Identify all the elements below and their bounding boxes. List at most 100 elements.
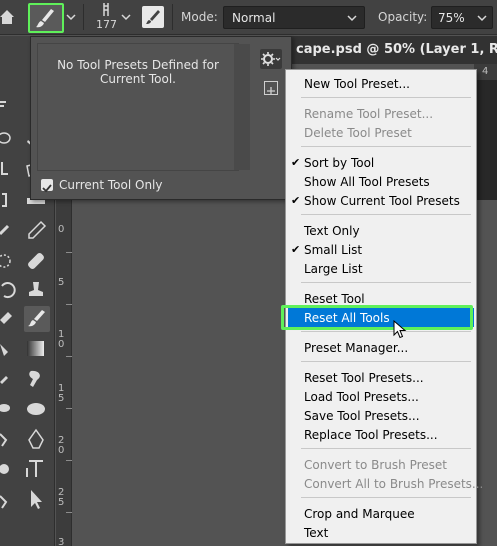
chevron-down-icon bbox=[477, 15, 487, 22]
menu-item-reset-tool-presets[interactable]: Reset Tool Presets... bbox=[288, 368, 474, 387]
menu-separator bbox=[301, 448, 471, 449]
menu-item-show-current-tool-presets[interactable]: ✔ Show Current Tool Presets bbox=[288, 191, 474, 210]
menu-item-rename-tool-preset: Rename Tool Preset... bbox=[304, 107, 434, 121]
menu-item-preset-manager[interactable]: Preset Manager... bbox=[288, 338, 474, 357]
blur-tool-icon[interactable] bbox=[0, 340, 22, 362]
eyedropper-tool-icon[interactable] bbox=[0, 190, 22, 212]
tool-preset-picker-button[interactable] bbox=[28, 3, 64, 33]
menu-separator bbox=[301, 146, 471, 147]
menu-item-replace-tool-presets[interactable]: Replace Tool Presets... bbox=[288, 425, 474, 444]
menu-item-convert-all-to-brush-presets: Convert All to Brush Presets... bbox=[304, 477, 484, 491]
bandage-tool-icon[interactable] bbox=[25, 250, 47, 272]
menu-item-text-only[interactable]: Text Only bbox=[288, 221, 474, 240]
menu-separator bbox=[301, 361, 471, 362]
new-tool-preset-button[interactable] bbox=[264, 81, 278, 95]
path-selection-icon[interactable] bbox=[0, 458, 22, 480]
checkmark-icon: ✔ bbox=[291, 156, 301, 169]
menu-item-small-list[interactable]: ✔ Small List bbox=[288, 240, 474, 259]
ruler-label: 2 5 bbox=[58, 487, 65, 508]
menu-item-crop-and-marquee[interactable]: Crop and Marquee bbox=[288, 504, 474, 523]
panel-settings-button[interactable] bbox=[260, 49, 282, 69]
mode-select[interactable]: Normal bbox=[223, 6, 365, 29]
home-icon[interactable] bbox=[0, 8, 14, 26]
menu-item-sort-by-tool[interactable]: ✔ Sort by Tool bbox=[288, 153, 474, 172]
divider bbox=[83, 4, 84, 30]
options-bar: 177 Mode: Normal Opacity: 75% bbox=[0, 0, 497, 35]
brush-size-value: 177 bbox=[96, 18, 117, 31]
history-brush-tool-icon[interactable] bbox=[0, 280, 22, 302]
mode-label: Mode: bbox=[181, 10, 218, 24]
gradient-tool-icon[interactable] bbox=[25, 338, 47, 360]
move-tool-icon[interactable] bbox=[0, 98, 22, 120]
menu-separator bbox=[301, 97, 471, 98]
freeform-pen-tool-icon[interactable] bbox=[0, 428, 22, 450]
current-tool-only-label: Current Tool Only bbox=[59, 178, 163, 192]
clone-stamp-tool-icon[interactable] bbox=[25, 280, 47, 302]
divider bbox=[172, 4, 173, 30]
brush-tool-button[interactable] bbox=[24, 306, 50, 332]
direct-selection-icon[interactable] bbox=[25, 488, 47, 510]
brush-icon bbox=[36, 9, 54, 28]
pen-tool-icon[interactable] bbox=[0, 398, 22, 420]
checkmark-icon: ✔ bbox=[291, 194, 301, 207]
brush-tool-icon bbox=[28, 310, 45, 327]
presets-scrollbar[interactable] bbox=[234, 44, 250, 170]
gear-icon bbox=[261, 52, 281, 66]
ruler-label: 2 0 bbox=[58, 435, 65, 456]
current-tool-only-checkbox[interactable] bbox=[41, 179, 53, 193]
smudge-tool-icon[interactable] bbox=[25, 368, 47, 390]
empty-presets-message: No Tool Presets Defined for Current Tool… bbox=[57, 58, 219, 86]
crop-tool-icon[interactable] bbox=[0, 160, 22, 182]
opacity-label: Opacity: bbox=[378, 10, 428, 24]
menu-item-convert-to-brush-preset: Convert to Brush Preset bbox=[304, 458, 447, 472]
pasteboard bbox=[474, 80, 497, 220]
menu-separator bbox=[301, 497, 471, 498]
document-tab-title[interactable]: cape.psd @ 50% (Layer 1, RGB/8# bbox=[296, 42, 497, 57]
chevron-down-icon bbox=[347, 15, 357, 22]
menu-separator bbox=[301, 214, 471, 215]
menu-item-large-list[interactable]: Large List bbox=[288, 259, 474, 278]
spot-healing-tool-icon[interactable] bbox=[0, 220, 22, 242]
brush-panel-icon bbox=[146, 10, 160, 24]
rectangle-tool-icon[interactable] bbox=[0, 490, 22, 512]
color-sampler-tool-icon[interactable] bbox=[25, 220, 47, 242]
photoshop-window: 177 Mode: Normal Opacity: 75% cape.psd @… bbox=[0, 0, 497, 546]
horizontal-ruler: 4 bbox=[474, 64, 497, 80]
ruler-label: 1 5 bbox=[58, 383, 65, 404]
brush-tip-icon[interactable] bbox=[95, 2, 117, 18]
checkmark-icon bbox=[42, 184, 52, 193]
brush-settings-toggle-button[interactable] bbox=[142, 6, 164, 28]
plus-icon bbox=[267, 87, 275, 95]
dodge-tool-icon[interactable] bbox=[0, 370, 22, 392]
sponge-tool-icon[interactable] bbox=[25, 398, 47, 420]
tool-presets-list[interactable]: No Tool Presets Defined for Current Tool… bbox=[37, 43, 239, 171]
ruler-label: 1 0 bbox=[58, 329, 65, 350]
mode-value: Normal bbox=[232, 11, 276, 25]
vertical-ruler: 0 5 1 0 1 5 2 0 2 5 3 bbox=[56, 200, 72, 546]
tool-presets-panel: No Tool Presets Defined for Current Tool… bbox=[30, 36, 292, 200]
ruler-label: 3 bbox=[58, 537, 65, 546]
menu-item-text[interactable]: Text bbox=[288, 523, 474, 542]
checkmark-icon: ✔ bbox=[291, 243, 301, 256]
menu-item-show-all-tool-presets[interactable]: Show All Tool Presets bbox=[288, 172, 474, 191]
menu-separator bbox=[301, 282, 471, 283]
chevron-down-icon[interactable] bbox=[65, 10, 77, 24]
ruler-label: 0 bbox=[58, 224, 65, 235]
pen-nib-icon[interactable] bbox=[25, 428, 47, 450]
mouse-cursor-icon bbox=[393, 320, 407, 339]
chevron-down-icon[interactable] bbox=[120, 10, 132, 24]
patch-tool-icon[interactable] bbox=[0, 250, 22, 272]
highlight-annotation bbox=[281, 305, 473, 330]
opacity-input[interactable]: 75% bbox=[431, 6, 493, 29]
ruler-label: 5 bbox=[58, 277, 65, 288]
menu-separator bbox=[301, 331, 471, 332]
menu-item-save-tool-presets[interactable]: Save Tool Presets... bbox=[288, 406, 474, 425]
type-tool-icon[interactable] bbox=[25, 458, 47, 480]
opacity-value: 75% bbox=[438, 11, 465, 25]
ruler-label: 4 bbox=[482, 66, 489, 77]
menu-item-load-tool-presets[interactable]: Load Tool Presets... bbox=[288, 387, 474, 406]
eraser-tool-icon[interactable] bbox=[0, 308, 22, 330]
lasso-tool-icon[interactable] bbox=[0, 128, 22, 150]
menu-item-new-tool-preset[interactable]: New Tool Preset... bbox=[288, 74, 474, 93]
menu-item-delete-tool-preset: Delete Tool Preset bbox=[304, 126, 412, 140]
